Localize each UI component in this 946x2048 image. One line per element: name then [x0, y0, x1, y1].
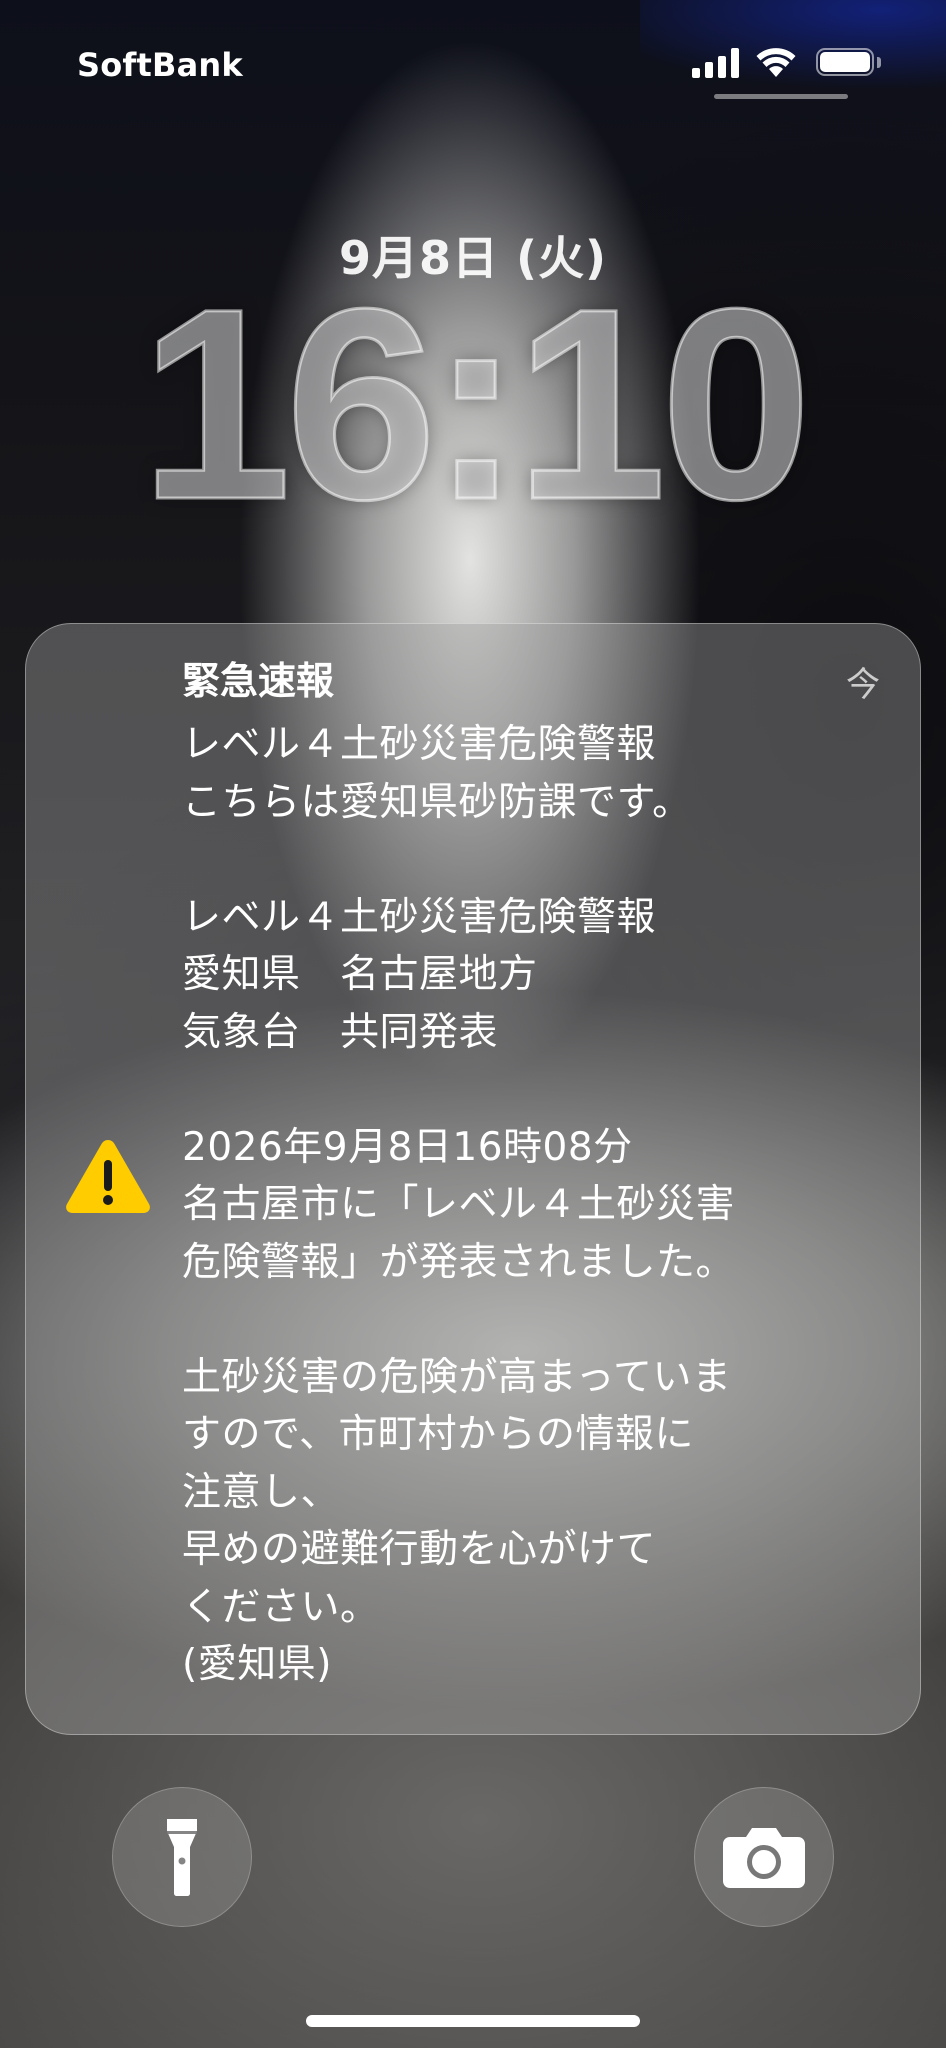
- cellular-signal-icon: [692, 48, 740, 78]
- camera-button[interactable]: [694, 1787, 834, 1927]
- notification-title: 緊急速報: [182, 659, 335, 703]
- emergency-alert-notification[interactable]: 緊急速報 今 レベル４土砂災害危険警報 こちらは愛知県砂防課です。 レベル４土砂…: [25, 623, 921, 1735]
- camera-icon: [723, 1828, 805, 1888]
- wifi-icon: [756, 47, 796, 79]
- notification-time: 今: [846, 665, 880, 705]
- warning-triangle-icon: [64, 1136, 152, 1216]
- flashlight-icon: [167, 1819, 197, 1896]
- carrier-name: SoftBank: [77, 46, 243, 84]
- battery-full-icon: [816, 48, 884, 78]
- control-center-grabber[interactable]: [714, 94, 848, 99]
- home-indicator[interactable]: [306, 2015, 640, 2027]
- lock-screen-clock: 16:10: [139, 252, 814, 556]
- status-bar: SoftBank: [0, 0, 946, 110]
- notification-body: レベル４土砂災害危険警報 こちらは愛知県砂防課です。 レベル４土砂災害危険警報 …: [182, 722, 736, 1687]
- flashlight-button[interactable]: [112, 1787, 252, 1927]
